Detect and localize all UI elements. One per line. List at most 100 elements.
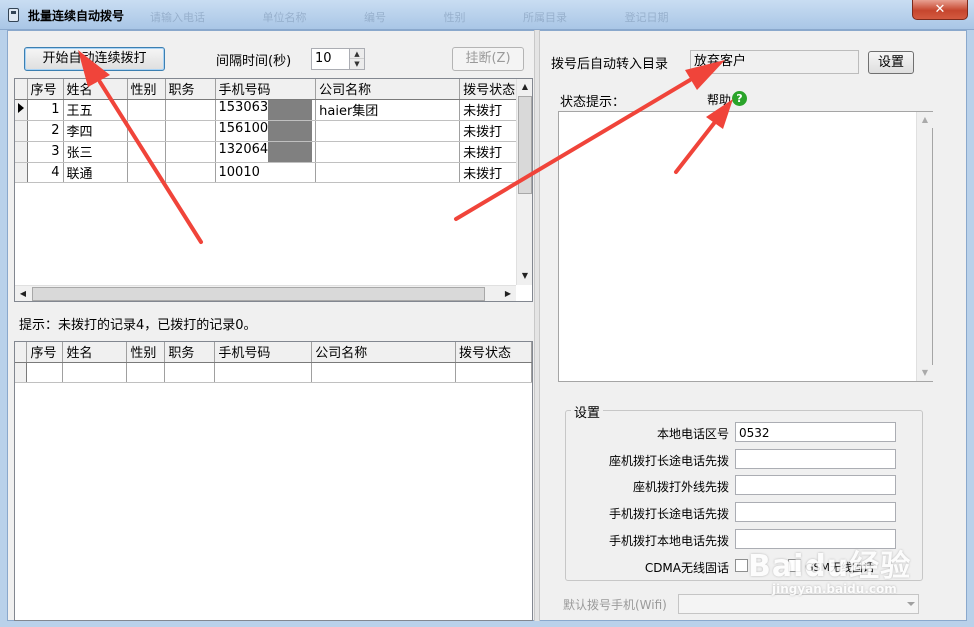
table-row[interactable]: 4 联通 10010 未拨打 [15,162,523,183]
row-indicator [15,120,28,142]
column-header[interactable]: 职务 [164,342,216,363]
cell-phone[interactable]: 153063 [215,99,317,121]
scroll-thumb[interactable] [32,287,485,301]
cell-title[interactable] [165,141,216,163]
column-header[interactable]: 序号 [27,79,64,100]
cell-gender[interactable] [127,141,166,163]
redaction-mask [268,120,313,140]
scroll-up-icon[interactable]: ▲ [917,112,933,128]
top-grid-vertical-scrollbar[interactable]: ▲ ▼ [516,79,532,285]
column-header[interactable]: 手机号码 [215,79,317,100]
cell-title[interactable] [165,162,216,183]
column-header[interactable]: 姓名 [62,342,128,363]
scroll-down-icon[interactable]: ▼ [917,365,933,381]
row-indicator [15,162,28,183]
redaction-mask [268,99,313,119]
auto-move-label: 拨号后自动转入目录 [551,57,669,72]
column-header[interactable]: 性别 [126,342,166,363]
landline-long-distance-input[interactable] [735,449,896,469]
spin-up-icon[interactable]: ▲ [350,49,364,59]
settings-group-title: 设置 [571,402,604,421]
dialed-calls-grid: 序号 姓名 性别 职务 手机号码 公司名称 拨号状态 [14,341,533,621]
close-button[interactable]: ✕ [912,0,968,20]
cell-company[interactable] [315,120,461,142]
default-phone-select[interactable] [678,594,919,614]
cell-phone[interactable]: 156100 [215,120,317,142]
cell-company[interactable] [315,141,461,163]
cell-name[interactable]: 张三 [63,141,128,163]
cell-status[interactable]: 未拨打 [459,141,523,163]
app-icon [8,8,19,22]
phone-text: 132064 [218,141,269,157]
auto-move-directory-field[interactable]: 放弃客户 [690,50,859,74]
column-header[interactable]: 公司名称 [311,342,456,363]
area-code-label: 本地电话区号 [656,427,729,441]
column-header[interactable]: 序号 [26,342,64,363]
cell-status[interactable]: 未拨打 [459,162,523,183]
cell-empty[interactable] [455,362,532,383]
cell-no[interactable]: 3 [27,141,64,163]
cell-status[interactable]: 未拨打 [459,120,523,142]
top-grid-horizontal-scrollbar[interactable]: ◀ ▶ [15,285,516,301]
cell-name[interactable]: 李四 [63,120,128,142]
column-header[interactable]: 公司名称 [315,79,461,100]
cell-empty[interactable] [126,362,166,383]
cell-gender[interactable] [127,120,166,142]
cell-company[interactable] [315,162,461,183]
table-row[interactable]: 2 李四 156100 未拨打 [15,120,523,142]
cell-phone[interactable]: 10010 [215,162,317,183]
cell-company[interactable]: haier集团 [315,99,461,121]
hangup-button[interactable]: 挂断(Z) [452,47,524,71]
interval-spin-buttons: ▲ ▼ [349,49,364,69]
column-header[interactable]: 职务 [165,79,216,100]
table-row[interactable]: 1 王五 153063 haier集团 未拨打 [15,99,523,121]
cdma-label: CDMA无线固话 [644,561,729,575]
start-auto-dial-button[interactable]: 开始自动连续拨打 [24,47,165,71]
area-code-input[interactable]: 0532 [735,422,896,442]
cell-empty[interactable] [311,362,456,383]
column-header[interactable]: 姓名 [63,79,128,100]
cell-empty[interactable] [62,362,128,383]
interval-spin-edit[interactable]: 10 ▲ ▼ [311,48,365,70]
status-memo-scrollbar[interactable]: ▲ ▼ [916,112,933,381]
cell-no[interactable]: 2 [27,120,64,142]
scroll-up-icon[interactable]: ▲ [517,79,532,95]
cell-no[interactable]: 4 [27,162,64,183]
column-header[interactable]: 拨号状态 [455,342,532,363]
scroll-down-icon[interactable]: ▼ [517,268,532,284]
row-indicator [15,99,28,121]
table-row[interactable]: 3 张三 132064 未拨打 [15,141,523,163]
column-header[interactable]: 手机号码 [214,342,313,363]
settings-button[interactable]: 设置 [868,51,914,74]
cell-status[interactable]: 未拨打 [459,99,523,121]
scroll-thumb[interactable] [518,96,532,194]
cell-gender[interactable] [127,162,166,183]
help-link[interactable]: 帮助 [707,91,731,108]
status-memo[interactable]: ▲ ▼ [558,111,933,382]
cell-title[interactable] [165,99,216,121]
cell-no[interactable]: 1 [27,99,64,121]
spin-down-icon[interactable]: ▼ [350,59,364,69]
cell-gender[interactable] [127,99,166,121]
landline-outside-line-input[interactable] [735,475,896,495]
cell-phone[interactable]: 132064 [215,141,317,163]
interval-label: 间隔时间(秒) [216,54,292,69]
cell-name[interactable]: 联通 [63,162,128,183]
help-icon[interactable]: ? [732,91,747,106]
cdma-checkbox[interactable] [735,559,748,572]
table-row[interactable] [15,362,532,383]
cell-empty[interactable] [214,362,313,383]
ghost-text-2: 单位名称 [262,11,307,24]
column-header[interactable]: 性别 [127,79,166,100]
cell-name[interactable]: 王五 [63,99,128,121]
cell-empty[interactable] [164,362,216,383]
scroll-left-icon[interactable]: ◀ [15,286,31,301]
cell-empty[interactable] [26,362,64,383]
panel-splitter[interactable] [534,30,540,621]
scroll-right-icon[interactable]: ▶ [500,286,516,301]
cell-title[interactable] [165,120,216,142]
mobile-long-distance-input[interactable] [735,502,896,522]
column-header[interactable]: 拨号状态 [459,79,523,100]
row-indicator [15,141,28,163]
record-hint: 提示：未拨打的记录4，已拨打的记录0。 [19,318,257,333]
